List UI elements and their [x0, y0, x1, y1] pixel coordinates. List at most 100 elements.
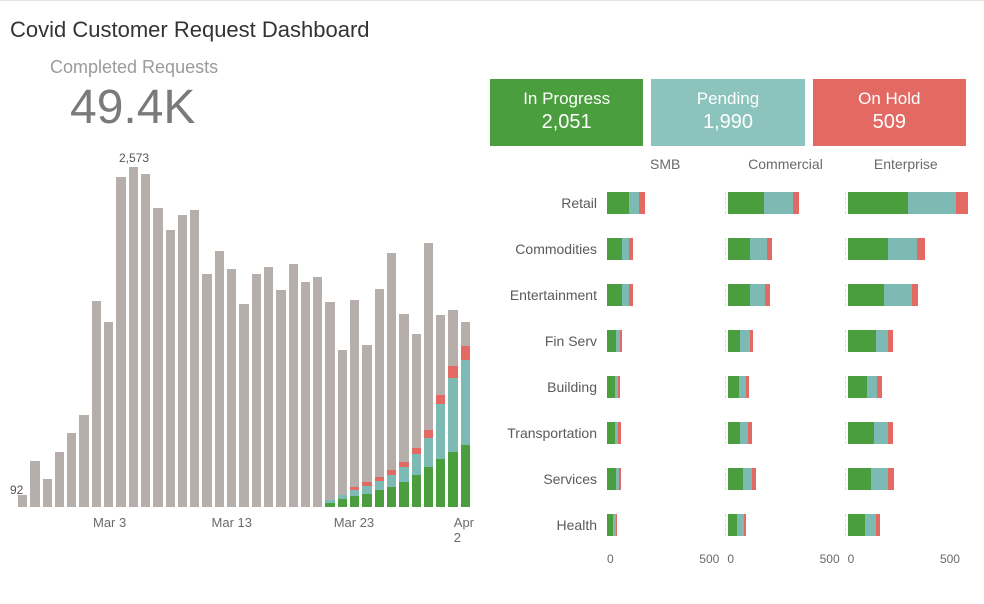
axis-tick: 0: [727, 552, 734, 566]
matrix-cell[interactable]: [605, 376, 725, 398]
matrix-cell[interactable]: [725, 238, 846, 260]
matrix-cell[interactable]: [725, 514, 846, 536]
histogram-bar[interactable]: [252, 274, 261, 507]
matrix-cell[interactable]: [725, 422, 846, 444]
histogram-bar[interactable]: [227, 269, 236, 507]
kpi-value: 49.4K: [70, 80, 470, 135]
histogram-bar[interactable]: [30, 461, 39, 507]
histogram-bar[interactable]: [276, 290, 285, 507]
histogram-max-label: 2,573: [119, 151, 149, 165]
matrix-cell[interactable]: [845, 514, 966, 536]
histogram-bar[interactable]: [18, 495, 27, 507]
matrix-cell[interactable]: [725, 284, 846, 306]
matrix-row: Building: [490, 364, 966, 410]
histogram-bar[interactable]: [116, 177, 125, 507]
histogram-bar[interactable]: [43, 479, 52, 507]
histogram-bar[interactable]: [313, 277, 322, 507]
matrix-row: Retail: [490, 180, 966, 226]
industry-matrix[interactable]: RetailCommoditiesEntertainmentFin ServBu…: [490, 180, 966, 548]
status-card-value: 2,051: [490, 111, 643, 134]
histogram-bar[interactable]: [129, 167, 138, 507]
matrix-row-label: Fin Serv: [490, 333, 605, 349]
histogram-bar[interactable]: [350, 300, 359, 507]
segment-header: SMB: [605, 156, 725, 172]
kpi-label: Completed Requests: [50, 57, 470, 78]
matrix-cell[interactable]: [845, 330, 966, 352]
matrix-cell[interactable]: [725, 330, 846, 352]
matrix-cell[interactable]: [845, 468, 966, 490]
segment-headers: SMB Commercial Enterprise: [490, 156, 966, 172]
histogram-bar[interactable]: [424, 243, 433, 507]
page-title: Covid Customer Request Dashboard: [10, 17, 966, 43]
status-card[interactable]: On Hold509: [813, 79, 966, 146]
histogram-bar[interactable]: [338, 350, 347, 507]
status-card-value: 1,990: [651, 111, 804, 134]
matrix-cell[interactable]: [725, 192, 846, 214]
matrix-cell[interactable]: [845, 284, 966, 306]
histogram-bar[interactable]: [92, 301, 101, 507]
matrix-cell[interactable]: [725, 376, 846, 398]
matrix-cell[interactable]: [845, 192, 966, 214]
matrix-row-label: Retail: [490, 195, 605, 211]
matrix-row-label: Commodities: [490, 241, 605, 257]
histogram-bar[interactable]: [178, 215, 187, 507]
matrix-cell[interactable]: [845, 422, 966, 444]
segment-header: Commercial: [725, 156, 845, 172]
matrix-cell[interactable]: [845, 238, 966, 260]
matrix-cell[interactable]: [605, 238, 725, 260]
status-card-value: 509: [813, 111, 966, 134]
axis-tick: 500: [940, 552, 960, 566]
histogram-bar[interactable]: [190, 210, 199, 507]
histogram-bar[interactable]: [166, 230, 175, 507]
histogram-bar[interactable]: [79, 415, 88, 507]
matrix-cell[interactable]: [605, 468, 725, 490]
matrix-cell[interactable]: [605, 192, 725, 214]
matrix-cell[interactable]: [605, 422, 725, 444]
status-card-title: Pending: [651, 89, 804, 109]
histogram-bar[interactable]: [325, 302, 334, 507]
matrix-row: Transportation: [490, 410, 966, 456]
matrix-row: Commodities: [490, 226, 966, 272]
histogram-bar[interactable]: [448, 310, 457, 507]
histogram-bar[interactable]: [461, 322, 470, 507]
histogram-bar[interactable]: [55, 452, 64, 507]
histogram-bar[interactable]: [141, 174, 150, 507]
histogram-bar[interactable]: [436, 315, 445, 507]
status-card-title: On Hold: [813, 89, 966, 109]
histogram-bar[interactable]: [301, 282, 310, 507]
matrix-row-label: Building: [490, 379, 605, 395]
matrix-cell[interactable]: [605, 330, 725, 352]
histogram-bar[interactable]: [239, 304, 248, 507]
status-card-title: In Progress: [490, 89, 643, 109]
status-card[interactable]: In Progress2,051: [490, 79, 643, 146]
matrix-cell[interactable]: [605, 284, 725, 306]
status-cards: In Progress2,051Pending1,990On Hold509: [490, 79, 966, 146]
histogram-bar[interactable]: [215, 251, 224, 507]
matrix-cell[interactable]: [725, 468, 846, 490]
histogram-bar[interactable]: [153, 208, 162, 507]
segment-header: Enterprise: [846, 156, 966, 172]
matrix-cell[interactable]: [845, 376, 966, 398]
histogram-axis-tick: Mar 13: [212, 515, 252, 530]
histogram-bar[interactable]: [289, 264, 298, 507]
histogram-bar[interactable]: [375, 289, 384, 507]
axis-tick: 500: [699, 552, 719, 566]
histogram-bar[interactable]: [412, 334, 421, 507]
histogram-bar[interactable]: [104, 322, 113, 507]
histogram-bar[interactable]: [264, 267, 273, 507]
histogram-chart[interactable]: 2,573 92 Mar 3Mar 13Mar 23Apr 2: [10, 145, 470, 535]
histogram-bar[interactable]: [67, 433, 76, 507]
matrix-cell[interactable]: [605, 514, 725, 536]
histogram-axis-tick: Apr 2: [454, 515, 474, 545]
matrix-row: Services: [490, 456, 966, 502]
matrix-row: Health: [490, 502, 966, 548]
histogram-bar[interactable]: [362, 345, 371, 508]
histogram-axis-tick: Mar 3: [93, 515, 126, 530]
axis-tick: 500: [820, 552, 840, 566]
histogram-bar[interactable]: [399, 314, 408, 507]
matrix-row-label: Health: [490, 517, 605, 533]
histogram-bar[interactable]: [387, 253, 396, 507]
histogram-bar[interactable]: [202, 274, 211, 507]
matrix-axis: 0500 0500 0500: [490, 552, 966, 572]
status-card[interactable]: Pending1,990: [651, 79, 804, 146]
